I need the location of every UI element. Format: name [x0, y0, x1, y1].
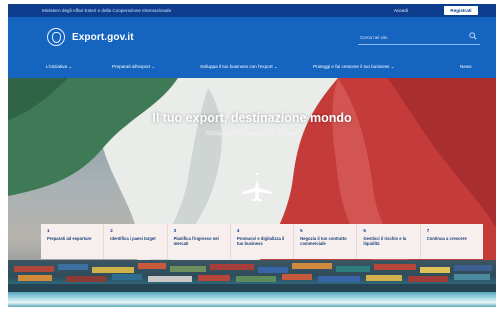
search-bar[interactable]: Cerca nel sito: [358, 32, 480, 45]
step-card[interactable]: 2 Identifica i paesi target: [104, 224, 168, 259]
nav-item-news[interactable]: News: [460, 64, 472, 69]
login-link[interactable]: Accedi: [394, 8, 408, 13]
hero-banner: Il tuo export, destinazione mondo Inizia…: [8, 78, 496, 307]
step-number: 6: [363, 228, 366, 233]
step-number: 7: [426, 228, 430, 233]
step-number: 4: [236, 228, 240, 233]
site-header: Export.gov.it Cerca nel sito L'iniziativ…: [8, 17, 496, 78]
step-number: 1: [47, 228, 50, 233]
page: Ministero degli Affari Esteri e della Co…: [0, 0, 502, 311]
step-card[interactable]: 6 Gestisci il rischio e la liquidità: [357, 224, 421, 259]
search-input[interactable]: Cerca nel sito: [360, 35, 388, 40]
container-ship-image: [8, 260, 496, 307]
ministry-bar: Ministero degli Affari Esteri e della Co…: [8, 4, 496, 17]
step-card[interactable]: 7 Continua a crescere: [421, 224, 483, 259]
site-brand[interactable]: Export.gov.it: [72, 32, 134, 43]
step-label: Continua a crescere: [426, 236, 467, 241]
sea-wake: [8, 292, 496, 307]
step-label: Pianifica l'ingresso nei mercati: [173, 236, 219, 246]
nav-item-proteggi[interactable]: Proteggi e fai crescere il tuo business …: [313, 64, 394, 70]
step-card[interactable]: 1 Preparati ad esportare: [41, 224, 105, 259]
nav-item-sviluppa[interactable]: Sviluppa il tuo business con l'export ⌄: [200, 64, 278, 70]
hero-title: Il tuo export, destinazione mondo: [152, 111, 352, 125]
nav-item-iniziativa[interactable]: L'iniziativa ⌄: [46, 64, 72, 70]
step-number: 3: [173, 228, 177, 233]
search-icon[interactable]: [469, 32, 477, 40]
ministry-label[interactable]: Ministero degli Affari Esteri e della Co…: [42, 8, 171, 13]
step-label: Gestisci il rischio e la liquidità: [363, 236, 407, 246]
step-label: Negozia il tuo contratto commerciale: [300, 236, 347, 246]
main-nav: L'iniziativa ⌄ Preparati all'export ⌄ Sv…: [8, 62, 496, 74]
step-label: Identifica i paesi target: [110, 236, 156, 241]
step-label: Preparati ad esportare: [47, 236, 92, 241]
step-card[interactable]: 3 Pianifica l'ingresso nei mercati: [168, 224, 231, 259]
airplane-icon: [242, 172, 272, 206]
register-button[interactable]: Registrati: [444, 6, 478, 15]
italian-republic-emblem-icon[interactable]: [47, 28, 65, 46]
step-card[interactable]: 4 Promuovi e digitalizza il tuo business: [231, 224, 295, 259]
export-steps: 1 Preparati ad esportare 2 Identifica i …: [41, 224, 483, 259]
step-number: 5: [300, 228, 303, 233]
step-label: Promuovi e digitalizza il tuo business: [236, 236, 285, 246]
step-card[interactable]: 5 Negozia il tuo contratto commerciale: [294, 224, 358, 259]
nav-item-preparati[interactable]: Preparati all'export ⌄: [112, 64, 155, 70]
step-number: 2: [110, 228, 113, 233]
hero-subtitle: Inizia tra il tuo viaggio in 7 passi: [206, 130, 298, 137]
